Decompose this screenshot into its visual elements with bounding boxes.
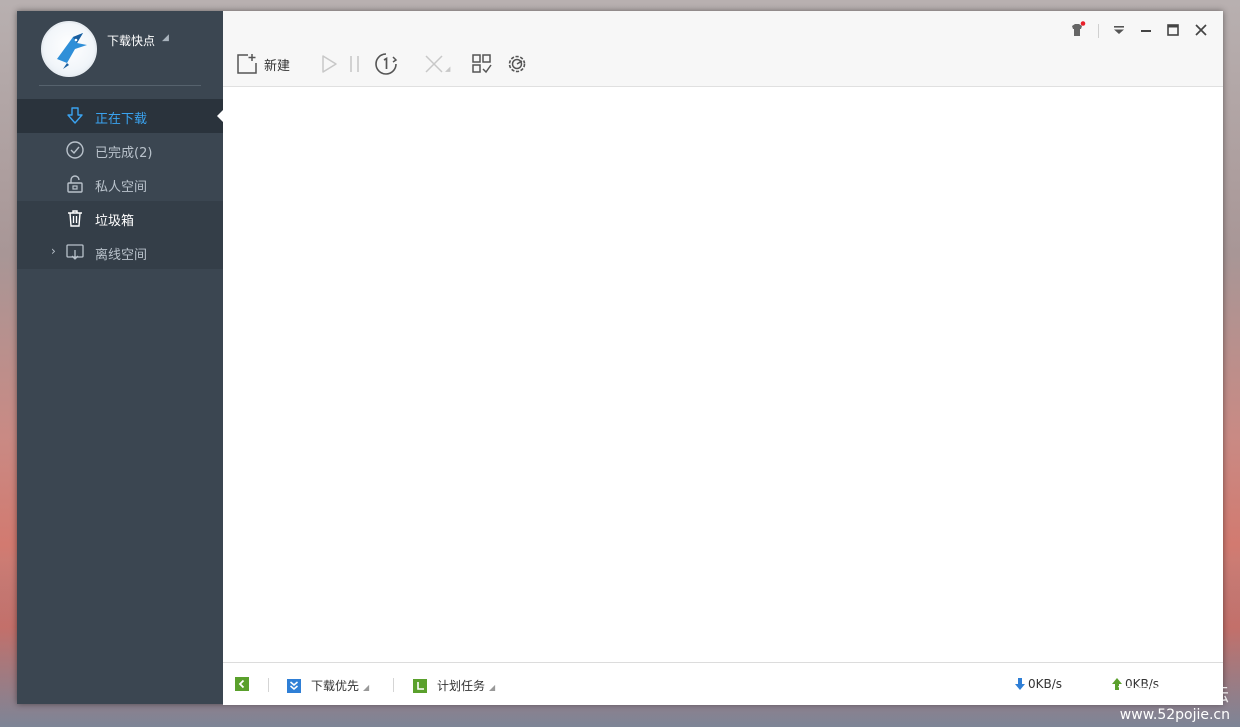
maximize-icon[interactable] <box>1164 21 1182 39</box>
download-priority-label: 下载优先 <box>311 679 360 693</box>
close-icon[interactable] <box>1192 21 1210 39</box>
sidebar-divider <box>39 85 201 86</box>
chevron-left-icon <box>235 677 249 691</box>
delete-button[interactable]: ◢ <box>423 51 450 77</box>
watermark-url: www.52pojie.cn <box>1119 707 1230 723</box>
chevron-right-icon[interactable]: › <box>51 244 56 258</box>
sidebar-item-offline-space[interactable]: › 离线空间 <box>17 235 223 269</box>
user-name[interactable]: 下载快点 <box>107 32 155 49</box>
trash-icon <box>68 210 82 227</box>
title-toolbar: 新建 ◢ <box>223 11 1223 87</box>
sidebar-nav: 正在下载 已完成(2) 私人空间 垃圾箱 › 离线空间 <box>17 99 223 269</box>
scheduled-tasks-label: 计划任务 <box>437 679 486 693</box>
queue-limit-button[interactable] <box>374 51 398 77</box>
new-task-label: 新建 <box>264 58 291 74</box>
minimize-icon[interactable] <box>1137 21 1155 39</box>
delete-x-icon <box>425 55 443 73</box>
download-priority-button[interactable]: 下载优先 ◢ <box>287 677 369 694</box>
gear-icon <box>508 55 526 73</box>
forum-watermark: 吾爱破解论坛 www.52pojie.cn <box>1116 681 1230 723</box>
settings-button[interactable] <box>505 51 529 77</box>
sidebar-item-downloading[interactable]: 正在下载 <box>17 99 223 133</box>
sidebar-item-label: 离线空间 <box>95 248 148 263</box>
dropdown-menu-icon[interactable] <box>1110 21 1128 39</box>
pause-icon <box>350 56 359 72</box>
sidebar-item-completed[interactable]: 已完成(2) <box>17 133 223 167</box>
download-arrow-icon <box>1015 678 1025 690</box>
sidebar-item-trash[interactable]: 垃圾箱 <box>17 201 223 235</box>
hummingbird-logo-icon <box>57 33 87 69</box>
task-list-area[interactable] <box>223 87 1223 662</box>
schedule-caret-icon: ◢ <box>489 683 496 692</box>
priority-arrows-icon <box>287 678 301 693</box>
pause-button[interactable] <box>347 51 363 77</box>
sidebar-item-label: 已完成(2) <box>95 146 153 161</box>
priority-caret-icon: ◢ <box>363 683 370 692</box>
one-circle-icon <box>375 53 398 75</box>
sidebar-item-label: 正在下载 <box>95 112 148 127</box>
watermark-text: 吾爱破解论坛 <box>1116 685 1230 706</box>
user-menu-caret-icon[interactable]: ◢ <box>162 33 169 43</box>
status-bar: 下载优先 ◢ 计划任务 ◢ 0KB/s 0KB/s <box>223 662 1223 705</box>
download-speed-value: 0KB/s <box>1028 677 1063 691</box>
scheduled-tasks-button[interactable]: 计划任务 ◢ <box>413 677 495 694</box>
delete-menu-caret-icon[interactable]: ◢ <box>445 65 450 73</box>
cloud-download-icon <box>66 244 84 260</box>
sidebar-item-label: 垃圾箱 <box>95 214 135 229</box>
new-task-button[interactable]: 新建 <box>236 51 290 77</box>
lock-icon <box>67 175 83 193</box>
statusbar-separator <box>268 678 269 692</box>
sidebar: 下载快点 ◢ 正在下载 已完成(2) 私人空间 垃圾箱 › 离线空间 <box>17 11 223 704</box>
download-speed: 0KB/s <box>1014 677 1062 691</box>
grid-apps-icon <box>472 54 492 74</box>
collapse-sidebar-button[interactable] <box>235 677 249 691</box>
new-file-icon <box>237 54 257 74</box>
thunder-window: 下载快点 ◢ 正在下载 已完成(2) 私人空间 垃圾箱 › 离线空间 新建 ◢ … <box>17 11 1223 705</box>
titlebar-separator <box>1098 24 1099 38</box>
skin-shirt-icon[interactable] <box>1068 21 1086 39</box>
download-icon <box>67 107 83 124</box>
sidebar-item-label: 私人空间 <box>95 180 148 195</box>
app-grid-button[interactable] <box>471 51 493 77</box>
sidebar-item-private-space[interactable]: 私人空间 <box>17 167 223 201</box>
start-button[interactable] <box>318 51 340 77</box>
check-circle-icon <box>66 141 84 159</box>
schedule-icon <box>413 678 427 693</box>
main-panel: 新建 ◢ 下载优先 ◢ 计划任务 ◢ 0KB/s 0KB/s <box>223 11 1223 705</box>
user-avatar[interactable] <box>41 21 97 77</box>
statusbar-separator <box>393 678 394 692</box>
play-icon <box>322 55 337 73</box>
